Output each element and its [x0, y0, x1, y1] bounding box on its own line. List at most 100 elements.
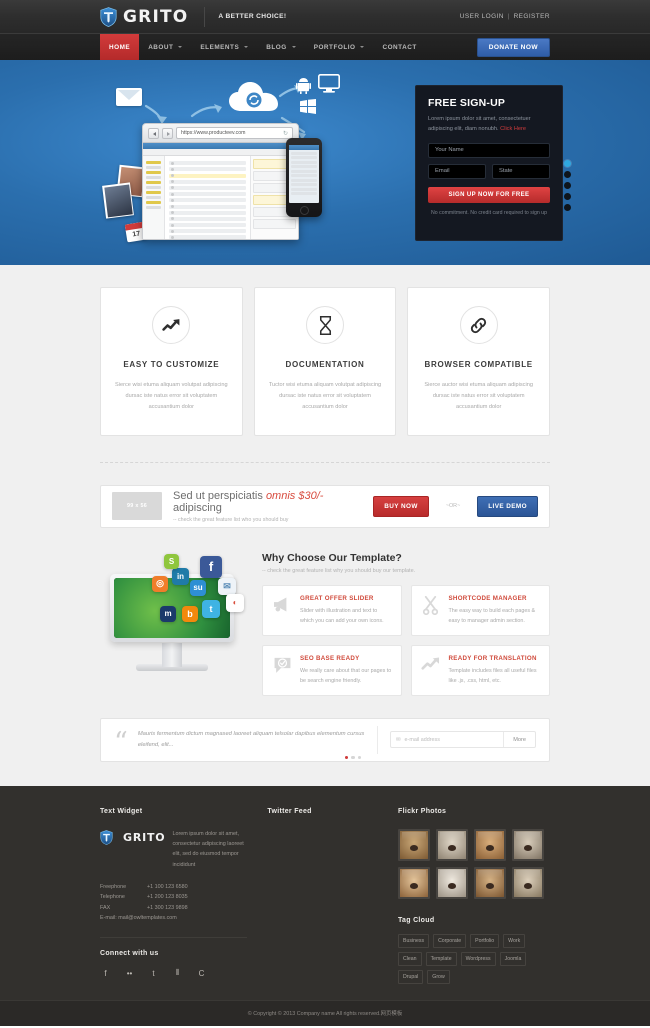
nav-item-about[interactable]: ABOUT — [139, 34, 191, 60]
signup-state-input[interactable]: State — [492, 163, 550, 179]
buy-now-button[interactable]: BUY NOW — [373, 495, 429, 517]
flickr-photo-thumb[interactable] — [436, 828, 468, 861]
section-divider — [100, 461, 550, 463]
tag-item[interactable]: Business — [398, 933, 430, 948]
feature-boxes: EASY TO CUSTOMIZE Sierce wisi etuma aliqu… — [100, 287, 551, 436]
why-card-description: Slider with illustration and text to whi… — [300, 607, 384, 624]
feature-box: EASY TO CUSTOMIZE Sierce wisi etuma aliqu… — [100, 287, 243, 436]
tag-cloud-list: Business Corporate Portfolio Work Clean Templ… — [398, 933, 550, 984]
top-bar: GRITO A BETTER CHOICE! USER LOGIN | REGI… — [0, 0, 650, 33]
testimonial-dot[interactable] — [344, 756, 349, 760]
footer-logo[interactable]: GRITO — [100, 829, 165, 845]
nav-item-elements[interactable]: ELEMENTS — [191, 34, 257, 60]
why-card: SEO BASE READY We really care about that … — [262, 644, 402, 696]
promo-heading-part1: Sed ut perspiciatis — [173, 489, 266, 502]
browser-forward-icon[interactable] — [162, 127, 173, 139]
trend-up-arrow-icon — [421, 655, 441, 686]
chevron-down-icon — [244, 46, 249, 48]
photo-thumb — [102, 182, 134, 219]
or-separator: ~OR~ — [445, 503, 461, 510]
footer-text-widget: Text Widget GRITO Lorem ipsum dolor sit — [100, 808, 248, 984]
logo-text: GRITO — [123, 6, 189, 27]
hero-slider-dot[interactable] — [564, 182, 571, 189]
quote-mark-icon: “ — [114, 726, 128, 758]
testimonial-dot[interactable] — [357, 756, 361, 760]
link-chain-icon — [459, 306, 498, 344]
tag-item[interactable]: Clean — [398, 951, 422, 966]
facebook-icon: f — [200, 555, 222, 578]
tag-item[interactable]: Drupal — [398, 969, 424, 984]
hourglass-icon — [306, 306, 344, 344]
browser-toolbar: https://www.producteev.com ↻ — [143, 124, 298, 143]
signup-submit-button[interactable]: SIGN UP NOW FOR FREE — [428, 186, 550, 203]
nav-item-label: ELEMENTS — [200, 43, 240, 51]
hero-slider-dot[interactable] — [564, 160, 571, 167]
flickr-photo-thumb[interactable] — [474, 866, 506, 899]
browser-url-bar[interactable]: https://www.producteev.com ↻ — [176, 127, 293, 139]
tag-item[interactable]: Portfolio — [470, 933, 500, 948]
newsletter-more-button[interactable]: More — [503, 732, 535, 748]
nav-item-contact[interactable]: CONTACT — [373, 34, 425, 60]
live-demo-button[interactable]: LIVE DEMO — [477, 495, 538, 517]
feature-box: BROWSER COMPATIBLE Sierce auctor wisi etu… — [407, 287, 551, 436]
shield-logo-icon — [100, 6, 117, 27]
feature-description: Sierce auctor wisi etuma aliquam adipisc… — [424, 382, 533, 410]
feature-title: BROWSER COMPATIBLE — [424, 360, 533, 369]
flickr-icon[interactable]: •• — [124, 968, 135, 979]
tag-item[interactable]: Template — [425, 951, 457, 966]
nav-item-home[interactable]: HOME — [100, 34, 140, 60]
newsletter-email-input[interactable]: ✉ e-mail address — [391, 737, 503, 743]
divider — [204, 6, 206, 27]
browser-back-icon[interactable] — [148, 127, 159, 139]
footer-contact-row: FAX +1 300 123 9898 — [100, 903, 247, 914]
hero-illustration: 17 https://www.producteev.com ↻ — [102, 66, 364, 246]
main-content: EASY TO CUSTOMIZE Sierce wisi etuma aliqu… — [0, 265, 650, 786]
signup-email-input[interactable]: Email — [428, 163, 486, 179]
site-logo[interactable]: GRITO — [100, 7, 188, 27]
tag-item[interactable]: Work — [503, 933, 526, 948]
tag-item[interactable]: Corporate — [433, 933, 467, 948]
nav-item-label: BLOG — [266, 43, 287, 51]
android-icon — [296, 78, 311, 95]
hero-slider-dot[interactable] — [564, 204, 571, 211]
flickr-photo-thumb[interactable] — [398, 828, 430, 861]
rss-icon[interactable]: ⦀ — [172, 968, 183, 979]
testimonial-dots[interactable] — [344, 756, 361, 760]
copyright-bar: © Copyright © 2013 Company name All righ… — [0, 999, 650, 1026]
dribbble-icon[interactable]: C — [196, 968, 207, 979]
tag-item[interactable]: Wordpress — [460, 951, 496, 966]
user-login-link[interactable]: USER LOGIN — [460, 13, 504, 20]
hero-slider-dots[interactable] — [564, 160, 571, 211]
footer-flickr-tags: Flickr Photos Tag Cloud Business Corporat… — [398, 808, 550, 984]
imac-social-illustration: f in ◎ S su ✉ t b ◐ m — [100, 552, 248, 677]
flickr-photo-thumb[interactable] — [474, 828, 506, 861]
testimonial-dot[interactable] — [351, 756, 355, 760]
shield-logo-icon — [100, 829, 113, 845]
facebook-icon[interactable]: f — [100, 968, 111, 979]
tag-item[interactable]: Grow — [427, 969, 450, 984]
reload-icon[interactable]: ↻ — [283, 130, 288, 137]
footer-email-line[interactable]: E-mail: mail@owltemplates.com — [100, 913, 247, 924]
twitter-icon[interactable]: t — [148, 968, 159, 979]
hero-slider-dot[interactable] — [564, 171, 571, 178]
nav-item-portfolio[interactable]: PORTFOLIO — [305, 34, 374, 60]
browser-url-text: https://www.producteev.com — [181, 130, 246, 136]
contact-label: Telephone — [100, 894, 125, 901]
flickr-photo-thumb[interactable] — [512, 828, 544, 861]
signup-name-input[interactable]: Your Name — [428, 142, 550, 158]
flickr-photo-thumb[interactable] — [436, 866, 468, 899]
tag-item[interactable]: Joomla — [499, 951, 527, 966]
why-choose-section: f in ◎ S su ✉ t b ◐ m Why Choose Our Tem… — [100, 552, 550, 696]
flickr-photo-thumb[interactable] — [512, 866, 544, 899]
flickr-photo-thumb[interactable] — [398, 866, 430, 899]
register-link[interactable]: REGISTER — [514, 13, 550, 20]
donate-now-button[interactable]: DONATE NOW — [476, 37, 550, 57]
envelope-icon: ✉ — [396, 736, 401, 743]
nav-item-blog[interactable]: BLOG — [257, 34, 304, 60]
page-root: GRITO A BETTER CHOICE! USER LOGIN | REGI… — [0, 0, 650, 1028]
flickr-photo-grid — [398, 828, 544, 899]
connect-heading: Connect with us — [100, 949, 159, 957]
why-card-description: We really care about that our pages to b… — [300, 667, 392, 684]
hero-slider-dot[interactable] — [564, 193, 571, 200]
signup-click-here-link[interactable]: Click Here — [500, 126, 526, 132]
